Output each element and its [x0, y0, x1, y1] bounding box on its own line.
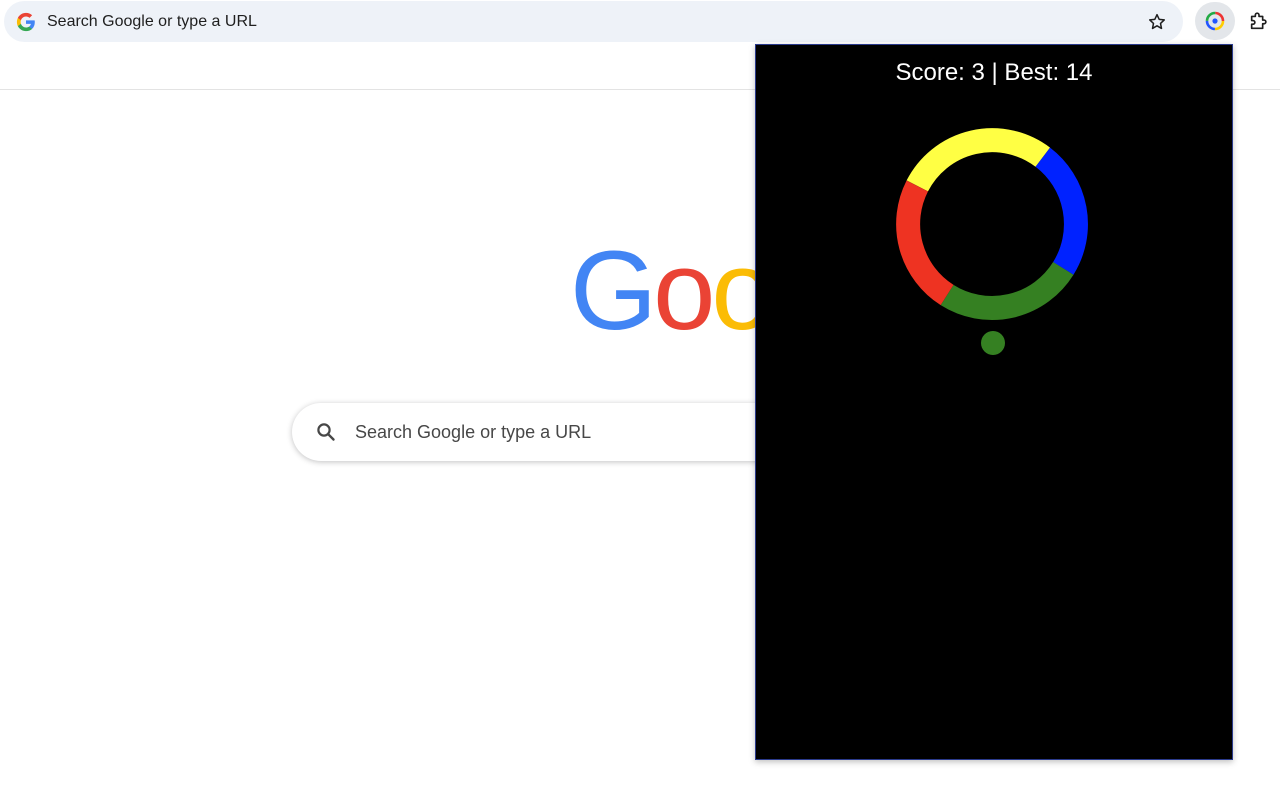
active-extension-button[interactable] [1195, 2, 1235, 40]
logo-letter: G [570, 228, 657, 353]
ring-segment-green [940, 261, 1074, 320]
game-canvas[interactable] [756, 45, 1232, 759]
logo-letter: o [653, 228, 715, 353]
ring-segment-red [896, 180, 954, 306]
color-ring-extension-icon [1205, 11, 1225, 31]
ring-segment-yellow [906, 128, 1051, 192]
star-icon [1149, 13, 1165, 30]
browser-toolbar: Search Google or type a URL [0, 0, 1280, 44]
extensions-menu-button[interactable] [1242, 5, 1276, 37]
google-g-icon [16, 12, 35, 32]
bookmark-star-button[interactable] [1145, 10, 1169, 34]
omnibox-text: Search Google or type a URL [47, 13, 257, 30]
ring-segment-blue [1035, 147, 1088, 275]
omnibox[interactable]: Search Google or type a URL [4, 1, 1183, 42]
extension-popup[interactable]: Score: 3 | Best: 14 [755, 44, 1233, 760]
puzzle-icon [1250, 12, 1267, 30]
color-ring [896, 128, 1088, 320]
google-logo: Goo [570, 235, 774, 347]
search-placeholder: Search Google or type a URL [355, 422, 592, 442]
player-ball [981, 331, 1005, 355]
search-icon [317, 423, 335, 441]
